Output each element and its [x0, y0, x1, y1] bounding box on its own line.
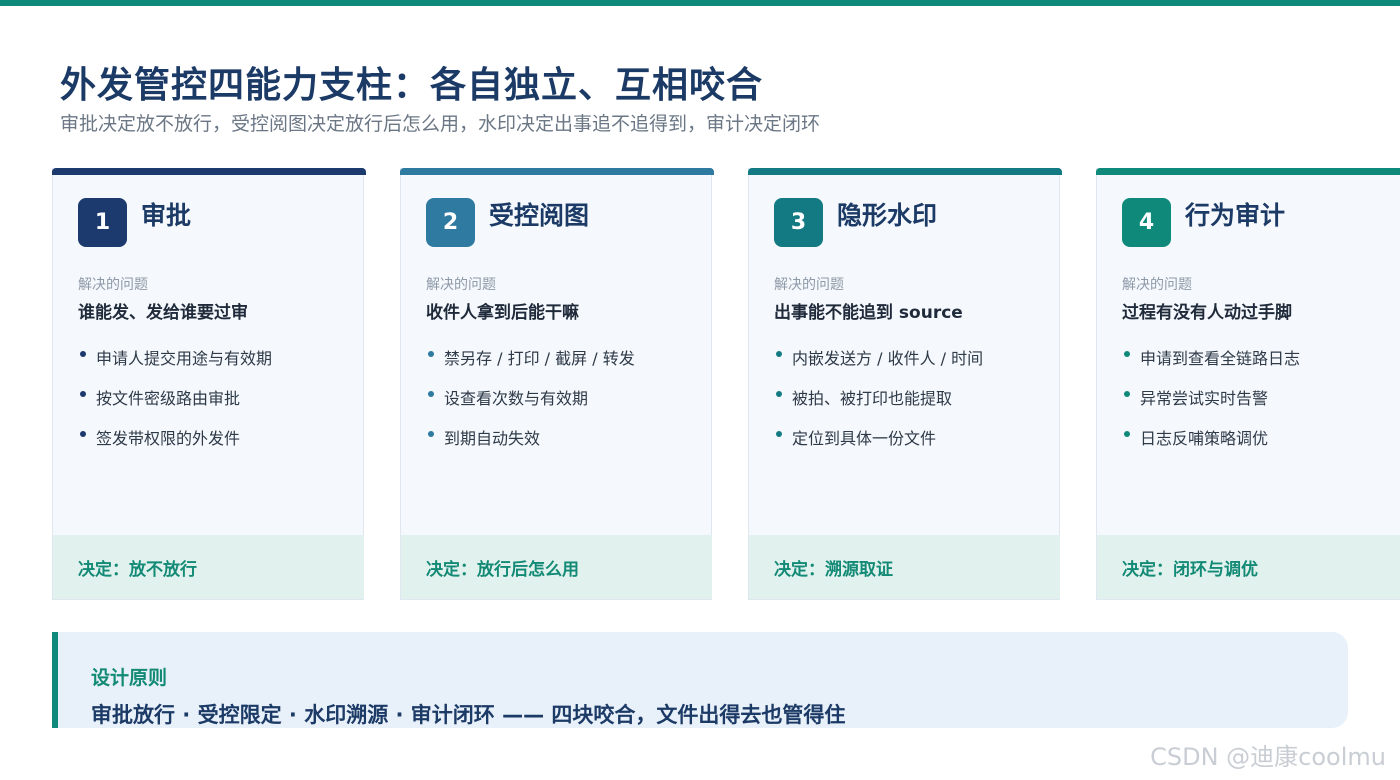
bullet-text: 按文件密级路由审批: [96, 389, 241, 408]
bullet-dot-icon: [1124, 391, 1130, 397]
bullet-item: 被拍、被打印也能提取: [774, 385, 983, 425]
bullet-dot-icon: [428, 351, 434, 357]
bullet-dot-icon: [428, 391, 434, 397]
card-problem: 谁能发、发给谁要过审: [78, 303, 248, 323]
card-problem: 过程有没有人动过手脚: [1122, 303, 1292, 323]
card-bullet-list: 禁另存 / 打印 / 截屏 / 转发 设查看次数与有效期 到期自动失效: [426, 345, 635, 465]
card-number-badge: 1: [78, 198, 127, 247]
card-decision: 决定：放行后怎么用: [401, 535, 712, 599]
bullet-text: 禁另存 / 打印 / 截屏 / 转发: [444, 349, 635, 368]
bullet-item: 按文件密级路由审批: [78, 385, 272, 425]
card-number-badge: 2: [426, 198, 475, 247]
card-problem-label: 解决的问题: [426, 277, 496, 293]
card-bullet-list: 申请人提交用途与有效期 按文件密级路由审批 签发带权限的外发件: [78, 345, 272, 465]
bullet-dot-icon: [776, 431, 782, 437]
card-problem: 出事能不能追到 source: [774, 303, 963, 323]
bullet-text: 签发带权限的外发件: [96, 429, 241, 448]
card-decision: 决定：放不放行: [53, 535, 364, 599]
bullet-text: 异常尝试实时告警: [1140, 389, 1269, 408]
bullet-dot-icon: [80, 351, 86, 357]
card-title: 审批: [141, 201, 192, 230]
top-accent-rule: [0, 0, 1400, 6]
bullet-dot-icon: [428, 431, 434, 437]
bullet-item: 签发带权限的外发件: [78, 425, 272, 465]
bullet-text: 日志反哺策略调优: [1140, 429, 1269, 448]
bullet-dot-icon: [1124, 351, 1130, 357]
card-problem-label: 解决的问题: [78, 277, 148, 293]
card-bullet-list: 申请到查看全链路日志 异常尝试实时告警 日志反哺策略调优: [1122, 345, 1300, 465]
bullet-item: 申请到查看全链路日志: [1122, 345, 1300, 385]
bullet-text: 申请到查看全链路日志: [1140, 349, 1301, 368]
bullet-text: 申请人提交用途与有效期: [96, 349, 273, 368]
card-number-badge: 3: [774, 198, 823, 247]
bullet-item: 异常尝试实时告警: [1122, 385, 1300, 425]
principle-text: 审批放行 · 受控限定 · 水印溯源 · 审计闭环 —— 四块咬合，文件出得去也…: [91, 703, 846, 727]
card-accent-bar: [748, 168, 1062, 175]
card-accent-bar: [400, 168, 714, 175]
bullet-text: 被拍、被打印也能提取: [792, 389, 953, 408]
card-bullet-list: 内嵌发送方 / 收件人 / 时间 被拍、被打印也能提取 定位到具体一份文件: [774, 345, 983, 465]
card-accent-bar: [52, 168, 366, 175]
bullet-dot-icon: [80, 431, 86, 437]
bullet-item: 禁另存 / 打印 / 截屏 / 转发: [426, 345, 635, 385]
bullet-item: 到期自动失效: [426, 425, 635, 465]
pillar-card-approval: 1 审批 解决的问题 谁能发、发给谁要过审 申请人提交用途与有效期 按文件密级路…: [52, 168, 366, 600]
card-number-badge: 4: [1122, 198, 1171, 247]
bullet-item: 日志反哺策略调优: [1122, 425, 1300, 465]
card-problem-label: 解决的问题: [1122, 277, 1192, 293]
bullet-dot-icon: [776, 391, 782, 397]
card-decision: 决定：闭环与调优: [1097, 535, 1400, 599]
card-problem: 收件人拿到后能干嘛: [426, 303, 579, 323]
csdn-watermark: CSDN @迪康coolmu: [1150, 743, 1386, 771]
bullet-dot-icon: [1124, 431, 1130, 437]
pillar-card-controlled-viewing: 2 受控阅图 解决的问题 收件人拿到后能干嘛 禁另存 / 打印 / 截屏 / 转…: [400, 168, 714, 600]
pillar-card-invisible-watermark: 3 隐形水印 解决的问题 出事能不能追到 source 内嵌发送方 / 收件人 …: [748, 168, 1062, 600]
bullet-dot-icon: [80, 391, 86, 397]
card-title: 受控阅图: [489, 201, 590, 230]
bullet-text: 到期自动失效: [444, 429, 541, 448]
bullet-dot-icon: [776, 351, 782, 357]
card-accent-bar: [1096, 168, 1400, 175]
card-title: 隐形水印: [837, 201, 938, 230]
bullet-text: 设查看次数与有效期: [444, 389, 589, 408]
bullet-item: 设查看次数与有效期: [426, 385, 635, 425]
principle-label: 设计原则: [91, 667, 168, 689]
card-problem-label: 解决的问题: [774, 277, 844, 293]
card-decision: 决定：溯源取证: [749, 535, 1060, 599]
bullet-item: 内嵌发送方 / 收件人 / 时间: [774, 345, 983, 385]
bullet-text: 内嵌发送方 / 收件人 / 时间: [792, 349, 984, 368]
pillar-card-behavior-audit: 4 行为审计 解决的问题 过程有没有人动过手脚 申请到查看全链路日志 异常尝试实…: [1096, 168, 1400, 600]
page-title: 外发管控四能力支柱：各自独立、互相咬合: [60, 65, 764, 106]
bullet-item: 申请人提交用途与有效期: [78, 345, 272, 385]
page-subtitle: 审批决定放不放行，受控阅图决定放行后怎么用，水印决定出事追不追得到，审计决定闭环: [60, 113, 821, 135]
bullet-item: 定位到具体一份文件: [774, 425, 983, 465]
bullet-text: 定位到具体一份文件: [792, 429, 937, 448]
design-principle-panel: 设计原则 审批放行 · 受控限定 · 水印溯源 · 审计闭环 —— 四块咬合，文…: [52, 632, 1348, 728]
card-title: 行为审计: [1185, 201, 1286, 230]
